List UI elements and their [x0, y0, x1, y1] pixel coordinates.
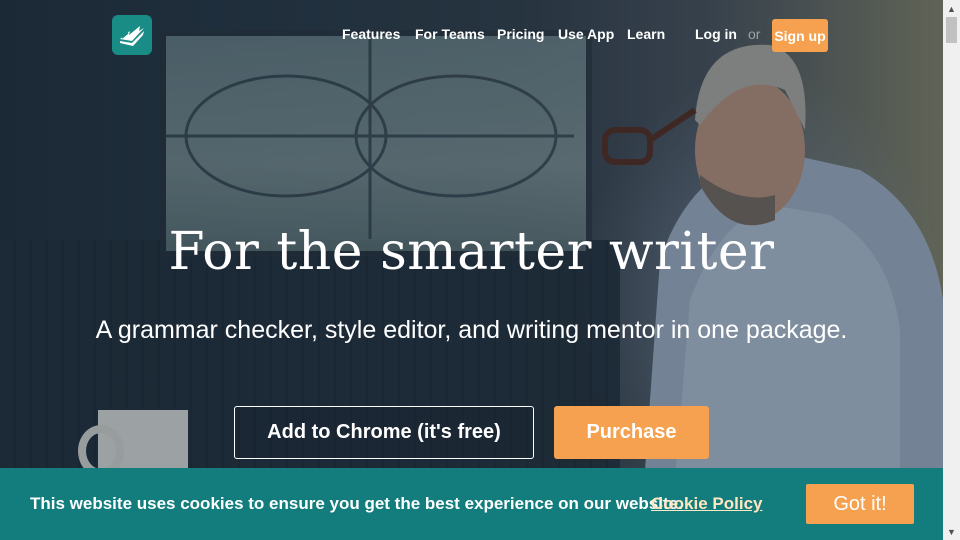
login-link[interactable]: Log in [695, 26, 737, 42]
nav-use-app[interactable]: Use App [558, 26, 614, 42]
hero-subhead: A grammar checker, style editor, and wri… [95, 316, 848, 344]
nav-features[interactable]: Features [342, 26, 400, 42]
nav-for-teams[interactable]: For Teams [415, 26, 485, 42]
scroll-down-arrow-icon[interactable]: ▼ [943, 523, 960, 540]
top-navigation: Features For Teams Pricing Use App Learn… [0, 19, 943, 52]
cookie-accept-button[interactable]: Got it! [806, 484, 914, 524]
or-separator: or [748, 26, 761, 42]
scrollbar-thumb[interactable] [946, 17, 957, 43]
cookie-policy-link[interactable]: Cookie Policy [651, 494, 762, 514]
hero-headline: For the smarter writer [168, 222, 775, 282]
cookie-banner: This website uses cookies to ensure you … [0, 468, 943, 540]
purchase-button[interactable]: Purchase [554, 406, 709, 459]
nav-learn[interactable]: Learn [627, 26, 665, 42]
page-scrollbar[interactable]: ▲ ▼ [943, 0, 960, 540]
cookie-message: This website uses cookies to ensure you … [30, 494, 683, 513]
add-to-chrome-button[interactable]: Add to Chrome (it's free) [234, 406, 534, 459]
scroll-up-arrow-icon[interactable]: ▲ [943, 0, 960, 17]
signup-button[interactable]: Sign up [772, 19, 828, 52]
nav-pricing[interactable]: Pricing [497, 26, 544, 42]
